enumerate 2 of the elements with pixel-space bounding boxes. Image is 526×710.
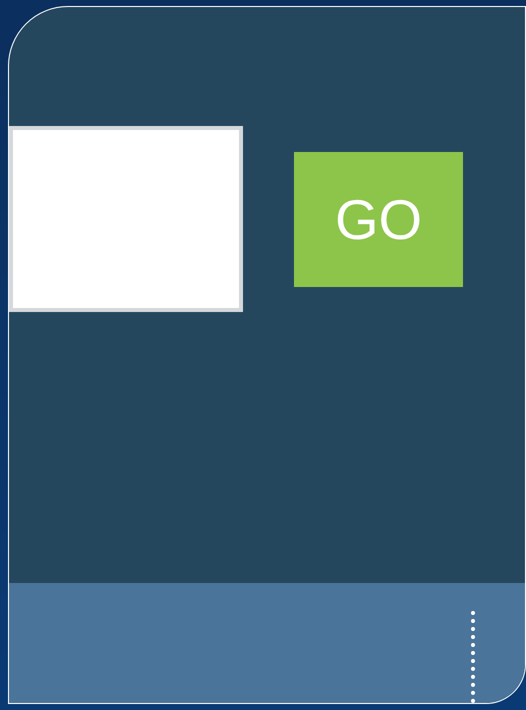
- search-field[interactable]: [9, 126, 243, 312]
- go-button[interactable]: GO: [294, 152, 463, 287]
